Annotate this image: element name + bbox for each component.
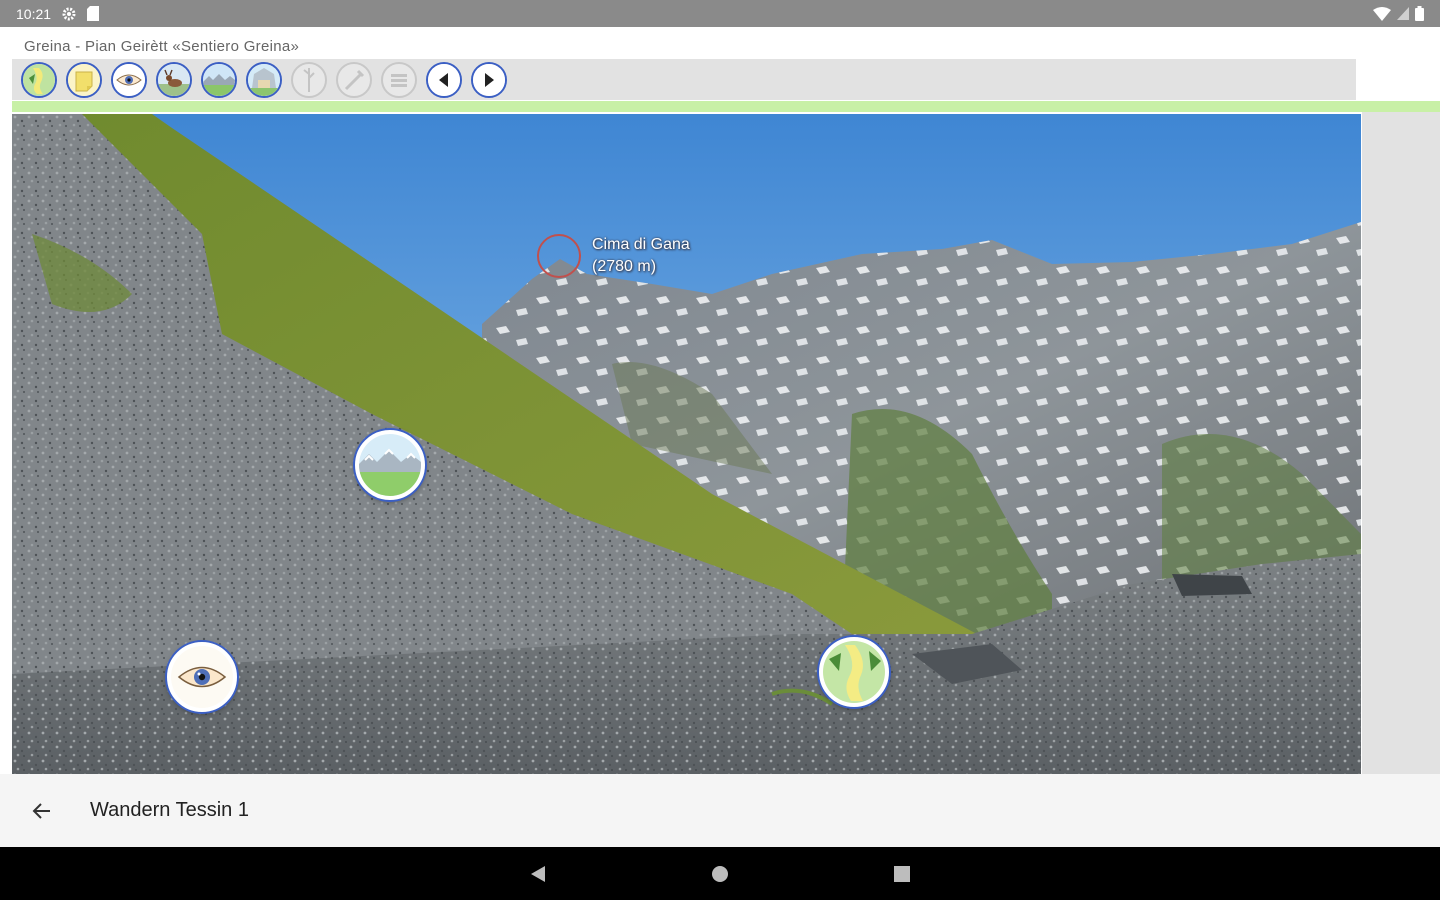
peak-marker[interactable] (537, 234, 581, 278)
previous-icon (428, 63, 460, 96)
peak-name: Cima di Gana (592, 236, 690, 253)
system-nav-bar (0, 847, 1440, 900)
village-button[interactable] (246, 61, 282, 98)
panorama-view[interactable]: Cima di Gana (2780 m) (12, 114, 1361, 774)
note-icon (68, 63, 100, 96)
tool-button[interactable] (336, 61, 372, 98)
nav-back-button[interactable] (523, 859, 553, 889)
battery-icon (1415, 6, 1424, 21)
peak-label: Cima di Gana (2780 m) (592, 234, 690, 278)
animal-button[interactable] (156, 61, 192, 98)
square-recents-icon (894, 866, 910, 882)
village-icon (248, 63, 280, 96)
next-icon (473, 63, 505, 96)
bottom-app-bar: Wandern Tessin 1 (0, 774, 1440, 847)
poi-path-button[interactable] (819, 637, 889, 707)
settings-icon (61, 6, 77, 22)
nav-recents-button[interactable] (887, 859, 917, 889)
landscape-icon (203, 63, 235, 96)
sd-card-icon (87, 6, 100, 21)
status-time: 10:21 (16, 5, 52, 22)
arrow-left-icon (32, 802, 50, 819)
progress-strip (12, 101, 1440, 112)
status-bar: 10:21 (0, 0, 1440, 27)
list-button[interactable] (381, 61, 417, 98)
path-map-icon (23, 63, 55, 96)
note-button[interactable] (66, 61, 102, 98)
eye-button[interactable] (111, 61, 147, 98)
circle-home-icon (712, 866, 728, 882)
previous-button[interactable] (426, 61, 462, 98)
eye-icon (113, 63, 145, 96)
nav-home-button[interactable] (705, 859, 735, 889)
signal-icon (1397, 7, 1409, 20)
wifi-icon (1373, 6, 1391, 21)
list-icon (391, 73, 407, 87)
tree-icon (303, 67, 315, 92)
path-map-button[interactable] (21, 61, 57, 98)
tree-button[interactable] (291, 61, 327, 98)
path-map-icon (823, 641, 885, 703)
eye-icon (171, 646, 233, 708)
animal-icon (158, 63, 190, 96)
triangle-back-icon (531, 866, 545, 882)
side-panel (1362, 112, 1440, 774)
page-title: Greina - Pian Geirètt «Sentiero Greina» (24, 38, 300, 55)
landscape-icon (359, 434, 421, 496)
peak-elevation: (2780 m) (592, 258, 657, 275)
tool-icon (344, 69, 365, 90)
next-button[interactable] (471, 61, 507, 98)
toolbar (12, 59, 1356, 100)
app-name: Wandern Tessin 1 (90, 799, 249, 821)
poi-landscape-button[interactable] (355, 430, 425, 500)
landscape-button[interactable] (201, 61, 237, 98)
poi-eye-button[interactable] (167, 642, 237, 712)
back-button[interactable] (22, 791, 62, 831)
